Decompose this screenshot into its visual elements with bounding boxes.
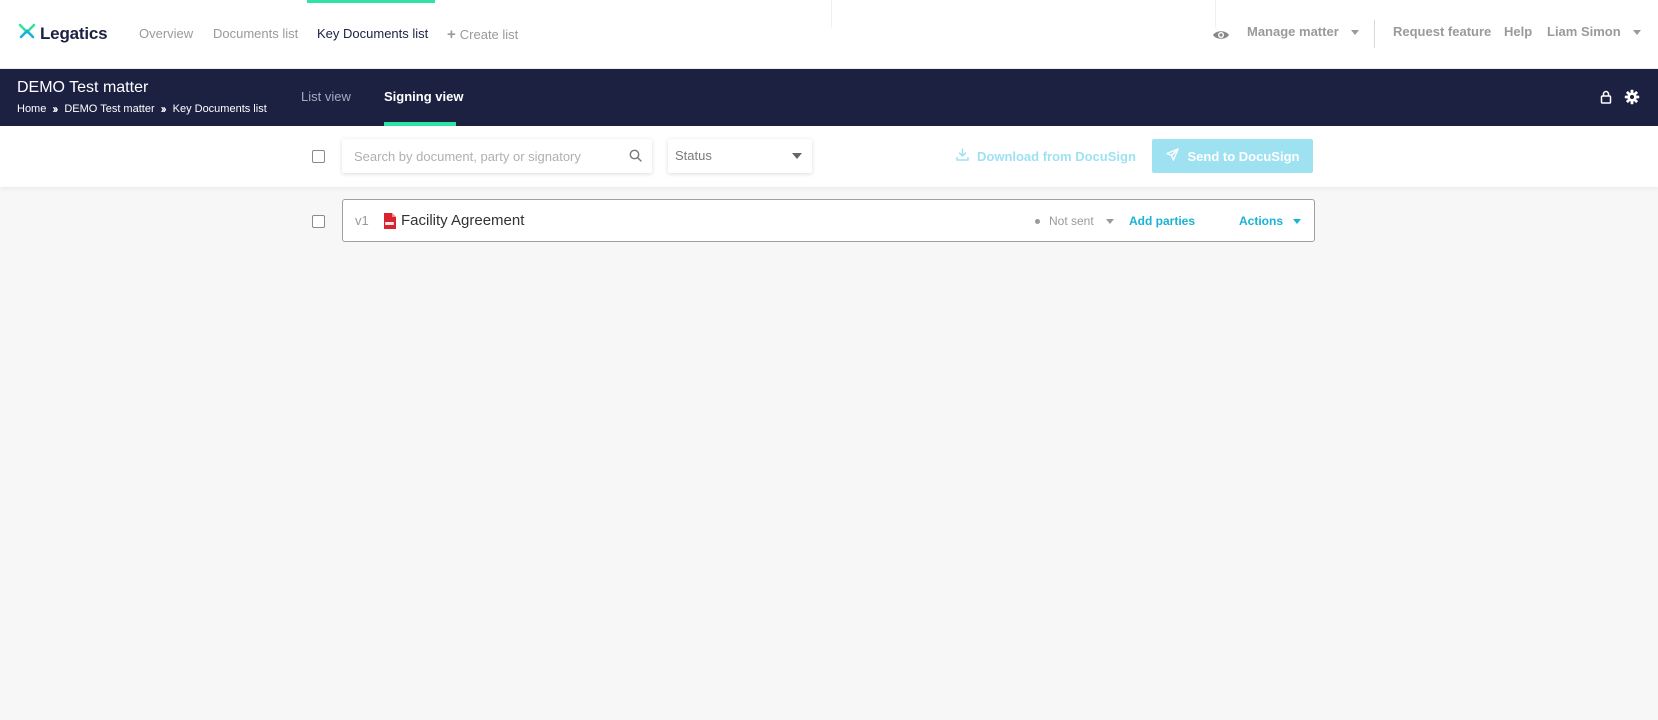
download-label: Download from DocuSign <box>977 148 1136 164</box>
nav-link-overview[interactable]: Overview <box>139 26 193 41</box>
status-dot <box>1035 218 1040 224</box>
tab-signing-view[interactable]: Signing view <box>384 89 463 104</box>
document-status: Not sent <box>1049 214 1094 228</box>
eye-icon[interactable] <box>1212 28 1230 46</box>
legatics-logo[interactable]: Legatics <box>18 22 108 45</box>
search-icon[interactable] <box>629 149 642 167</box>
create-list-label: Create list <box>459 27 519 42</box>
brand-name: Legatics <box>40 23 108 43</box>
send-to-docusign-button[interactable]: Send to DocuSign <box>1152 139 1313 173</box>
actions-label: Actions <box>1239 214 1284 228</box>
document-row-checkbox[interactable] <box>312 215 325 228</box>
user-menu[interactable]: Liam Simon <box>1547 24 1641 39</box>
lock-icon[interactable] <box>1598 89 1614 105</box>
double-chevron-right-icon: ›› <box>52 102 58 116</box>
search-box <box>342 139 652 173</box>
chevron-down-icon <box>792 153 802 159</box>
legatics-logo-icon <box>18 22 36 45</box>
chevron-down-icon <box>1632 30 1641 36</box>
send-label: Send to DocuSign <box>1187 148 1300 164</box>
nav-link-create-list[interactable]: + Create list <box>447 26 518 43</box>
chevron-down-icon <box>1293 218 1302 224</box>
signing-toolbar: Status Download from DocuSign Send to Do… <box>0 126 1658 187</box>
matter-header: DEMO Test matter Home ›› DEMO Test matte… <box>0 69 1658 126</box>
select-all-checkbox[interactable] <box>312 150 325 163</box>
nav-link-key-documents-list[interactable]: Key Documents list <box>317 26 428 41</box>
breadcrumb: Home ›› DEMO Test matter ›› Key Document… <box>17 102 267 116</box>
nav-separator <box>1374 20 1375 48</box>
divider <box>831 0 832 28</box>
breadcrumb-home[interactable]: Home <box>17 103 46 115</box>
download-icon <box>956 148 969 164</box>
plus-icon: + <box>447 26 456 43</box>
document-row[interactable]: v1 Facility Agreement Not sent Add parti… <box>342 199 1315 242</box>
download-from-docusign-button[interactable]: Download from DocuSign <box>956 139 1136 173</box>
top-navigation: Legatics Overview Documents list Key Doc… <box>0 0 1658 69</box>
status-filter-label: Status <box>675 148 712 163</box>
status-filter-dropdown[interactable]: Status <box>668 139 812 173</box>
actions-dropdown[interactable]: Actions <box>1239 214 1302 228</box>
chevron-down-icon <box>1105 218 1114 224</box>
request-feature-link[interactable]: Request feature <box>1393 24 1491 39</box>
tab-list-view[interactable]: List view <box>301 89 351 104</box>
gear-icon[interactable] <box>1624 89 1640 105</box>
matter-title: DEMO Test matter <box>17 79 149 96</box>
help-link[interactable]: Help <box>1504 24 1532 39</box>
chevron-down-icon <box>1350 30 1359 36</box>
double-chevron-right-icon: ›› <box>160 102 167 116</box>
paper-plane-icon <box>1165 148 1179 164</box>
add-parties-link[interactable]: Add parties <box>1129 214 1195 228</box>
breadcrumb-matter[interactable]: DEMO Test matter <box>64 103 154 115</box>
pdf-file-icon <box>383 213 396 234</box>
manage-matter-dropdown[interactable]: Manage matter <box>1247 24 1359 39</box>
search-input[interactable] <box>354 147 624 165</box>
manage-matter-label: Manage matter <box>1247 24 1339 39</box>
divider <box>1215 0 1216 28</box>
document-version: v1 <box>355 213 369 228</box>
document-name[interactable]: Facility Agreement <box>401 212 524 229</box>
active-nav-indicator <box>307 0 435 3</box>
user-name: Liam Simon <box>1547 24 1621 39</box>
nav-link-documents-list[interactable]: Documents list <box>213 26 298 41</box>
document-status-dropdown[interactable]: Not sent <box>1035 214 1114 228</box>
breadcrumb-current: Key Documents list <box>172 103 267 115</box>
